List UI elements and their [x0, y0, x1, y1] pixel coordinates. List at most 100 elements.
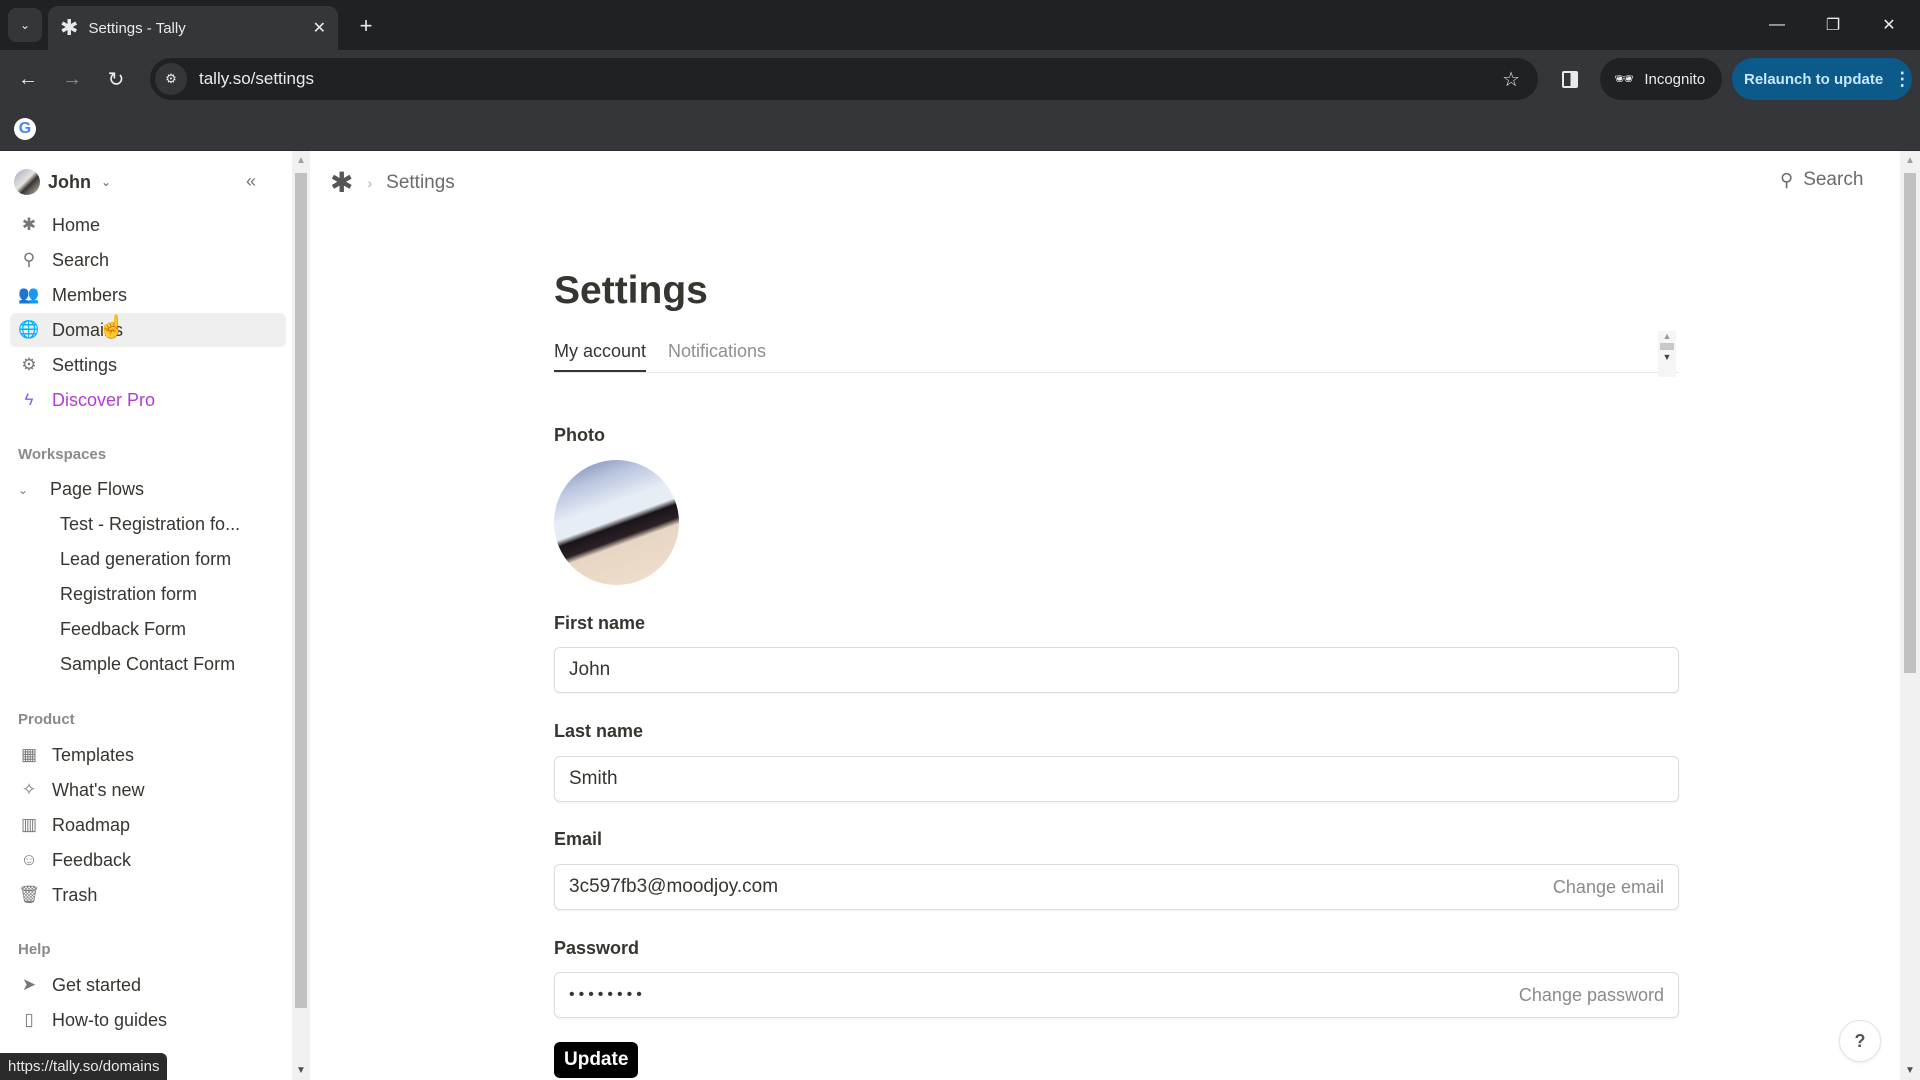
- sidebar-item-feedback[interactable]: ☺ Feedback: [10, 843, 286, 877]
- chevron-right-icon: ›: [367, 175, 373, 191]
- photo-detail: [583, 491, 645, 528]
- breadcrumb: ✱ › Settings: [330, 169, 455, 197]
- workspace-group-label: Page Flows: [50, 479, 145, 499]
- close-window-button[interactable]: ✕: [1866, 8, 1912, 42]
- page-title: Settings: [554, 269, 708, 312]
- sidebar-item-domains[interactable]: 🌐 Domains: [10, 313, 286, 347]
- bookmark-star-icon[interactable]: ☆: [1502, 67, 1520, 92]
- minimize-button[interactable]: —: [1754, 8, 1800, 42]
- incognito-icon: 🕶: [1614, 71, 1635, 88]
- sidebar-item-trash[interactable]: 🗑 Trash: [10, 878, 286, 912]
- home-asterisk-icon: ✱: [21, 215, 37, 234]
- workspace-switcher[interactable]: John ⌄: [14, 169, 111, 195]
- side-panel-button[interactable]: [1558, 64, 1582, 94]
- search-label: Search: [1803, 169, 1864, 190]
- scroll-up-icon[interactable]: ▲: [296, 155, 306, 166]
- help-section-label: Help: [18, 941, 51, 958]
- scroll-up-icon[interactable]: ▲: [1905, 155, 1915, 166]
- form-item[interactable]: Feedback Form: [60, 619, 186, 640]
- browser-toolbar: ← → ↻ ⚙ tally.so/settings ☆ 🕶 Incognito …: [0, 50, 1920, 107]
- smiley-icon: ☺: [20, 850, 38, 869]
- scroll-down-icon[interactable]: ▼: [296, 1065, 306, 1076]
- sidebar-item-label: How-to guides: [52, 1009, 168, 1030]
- restore-button[interactable]: ❐: [1810, 8, 1856, 42]
- sidebar-scrollbar[interactable]: ▲ ▼: [292, 151, 310, 1080]
- change-email-button[interactable]: Change email: [1553, 877, 1664, 898]
- form-item[interactable]: Sample Contact Form: [60, 654, 235, 675]
- update-button[interactable]: Update: [554, 1042, 639, 1078]
- reload-button[interactable]: ↻: [100, 63, 132, 95]
- chevron-down-icon[interactable]: ⌄: [18, 483, 38, 497]
- scroll-up-icon[interactable]: ▲: [1658, 331, 1676, 341]
- address-bar[interactable]: ⚙ tally.so/settings ☆: [150, 58, 1538, 100]
- url-text[interactable]: tally.so/settings: [199, 69, 1502, 89]
- gear-icon: ⚙: [21, 355, 37, 374]
- password-field[interactable]: •••••••• Change password: [554, 972, 1679, 1018]
- tab-search-button[interactable]: ⌄: [8, 8, 42, 42]
- new-tab-button[interactable]: +: [352, 12, 380, 40]
- form-item[interactable]: Lead generation form: [60, 549, 231, 570]
- sidebar-item-templates[interactable]: ▦ Templates: [10, 738, 286, 772]
- more-menu-icon[interactable]: ⋮: [1893, 69, 1911, 90]
- globe-icon: 🌐: [18, 320, 40, 339]
- site-info-icon[interactable]: ⚙: [155, 63, 187, 95]
- templates-icon: ▦: [20, 745, 38, 764]
- breadcrumb-current: Settings: [386, 172, 455, 193]
- sidebar: John ⌄ « ✱ Home ⚲ Search 👥 Members 🌐 Dom…: [0, 151, 292, 1080]
- page-scroll-thumb[interactable]: [1904, 173, 1916, 673]
- sidebar-item-label: Discover Pro: [52, 389, 156, 410]
- email-value[interactable]: 3c597fb3@moodjoy.com: [569, 876, 1553, 898]
- help-button[interactable]: ?: [1839, 1020, 1881, 1062]
- browser-tab[interactable]: ✱ Settings - Tally ✕: [48, 6, 338, 50]
- workspace-name: John: [48, 171, 91, 192]
- sidebar-item-label: Home: [52, 214, 101, 235]
- sidebar-item-label: Templates: [52, 744, 135, 765]
- form-item[interactable]: Test - Registration fo...: [60, 514, 240, 535]
- sidebar-item-how-to-guides[interactable]: ▯ How-to guides: [10, 1003, 286, 1037]
- sidebar-item-roadmap[interactable]: ▥ Roadmap: [10, 808, 286, 842]
- tab-notifications[interactable]: Notifications: [668, 341, 766, 362]
- form-item[interactable]: Registration form: [60, 584, 197, 605]
- google-bookmark-icon[interactable]: G: [14, 118, 36, 140]
- tabs-scroll-thumb[interactable]: [1660, 343, 1674, 350]
- relaunch-to-update-button[interactable]: Relaunch to update ⋮: [1732, 58, 1912, 100]
- sidebar-item-label: Search: [52, 249, 110, 270]
- email-field[interactable]: 3c597fb3@moodjoy.com Change email: [554, 864, 1679, 910]
- email-label: Email: [554, 829, 603, 849]
- tab-title: Settings - Tally: [88, 19, 186, 37]
- photo-label: Photo: [554, 425, 605, 445]
- password-value[interactable]: ••••••••: [569, 986, 1519, 1004]
- sidebar-item-search[interactable]: ⚲ Search: [10, 243, 286, 277]
- first-name-value[interactable]: John: [569, 659, 1664, 681]
- collapse-sidebar-button[interactable]: «: [246, 171, 256, 192]
- sidebar-item-home[interactable]: ✱ Home: [10, 208, 286, 242]
- tabs-scrollbar[interactable]: ▲ ▼: [1658, 331, 1676, 377]
- sidebar-item-settings[interactable]: ⚙ Settings: [10, 348, 286, 382]
- last-name-field[interactable]: Smith: [554, 756, 1679, 802]
- sidebar-scroll-thumb[interactable]: [295, 173, 307, 1008]
- scroll-down-icon[interactable]: ▼: [1658, 352, 1676, 362]
- sidebar-item-discover-pro[interactable]: ϟ Discover Pro: [10, 383, 286, 417]
- sidebar-item-members[interactable]: 👥 Members: [10, 278, 286, 312]
- close-tab-icon[interactable]: ✕: [313, 18, 326, 38]
- sidebar-item-get-started[interactable]: ➤ Get started: [10, 968, 286, 1002]
- incognito-indicator[interactable]: 🕶 Incognito: [1600, 58, 1722, 100]
- first-name-field[interactable]: John: [554, 647, 1679, 693]
- back-button[interactable]: ←: [12, 63, 44, 95]
- workspace-page-flows[interactable]: ⌄ Page Flows: [18, 479, 288, 500]
- sidebar-item-label: Members: [52, 284, 128, 305]
- lightning-icon: ϟ: [24, 390, 34, 409]
- tab-my-account[interactable]: My account: [554, 341, 647, 372]
- search-button[interactable]: ⚲ Search: [1780, 169, 1863, 191]
- avatar: [14, 169, 40, 195]
- tally-home-icon[interactable]: ✱: [330, 169, 353, 197]
- change-password-button[interactable]: Change password: [1519, 985, 1664, 1006]
- trash-icon: 🗑: [18, 885, 40, 904]
- last-name-value[interactable]: Smith: [569, 768, 1664, 790]
- browser-tab-strip: ⌄ ✱ Settings - Tally ✕ + — ❐ ✕: [0, 0, 1920, 50]
- profile-photo[interactable]: [554, 460, 679, 585]
- sidebar-item-whats-new[interactable]: ✧ What's new: [10, 773, 286, 807]
- scroll-down-icon[interactable]: ▼: [1905, 1065, 1915, 1076]
- page-scrollbar[interactable]: ▲ ▼: [1900, 151, 1920, 1080]
- forward-button[interactable]: →: [56, 63, 88, 95]
